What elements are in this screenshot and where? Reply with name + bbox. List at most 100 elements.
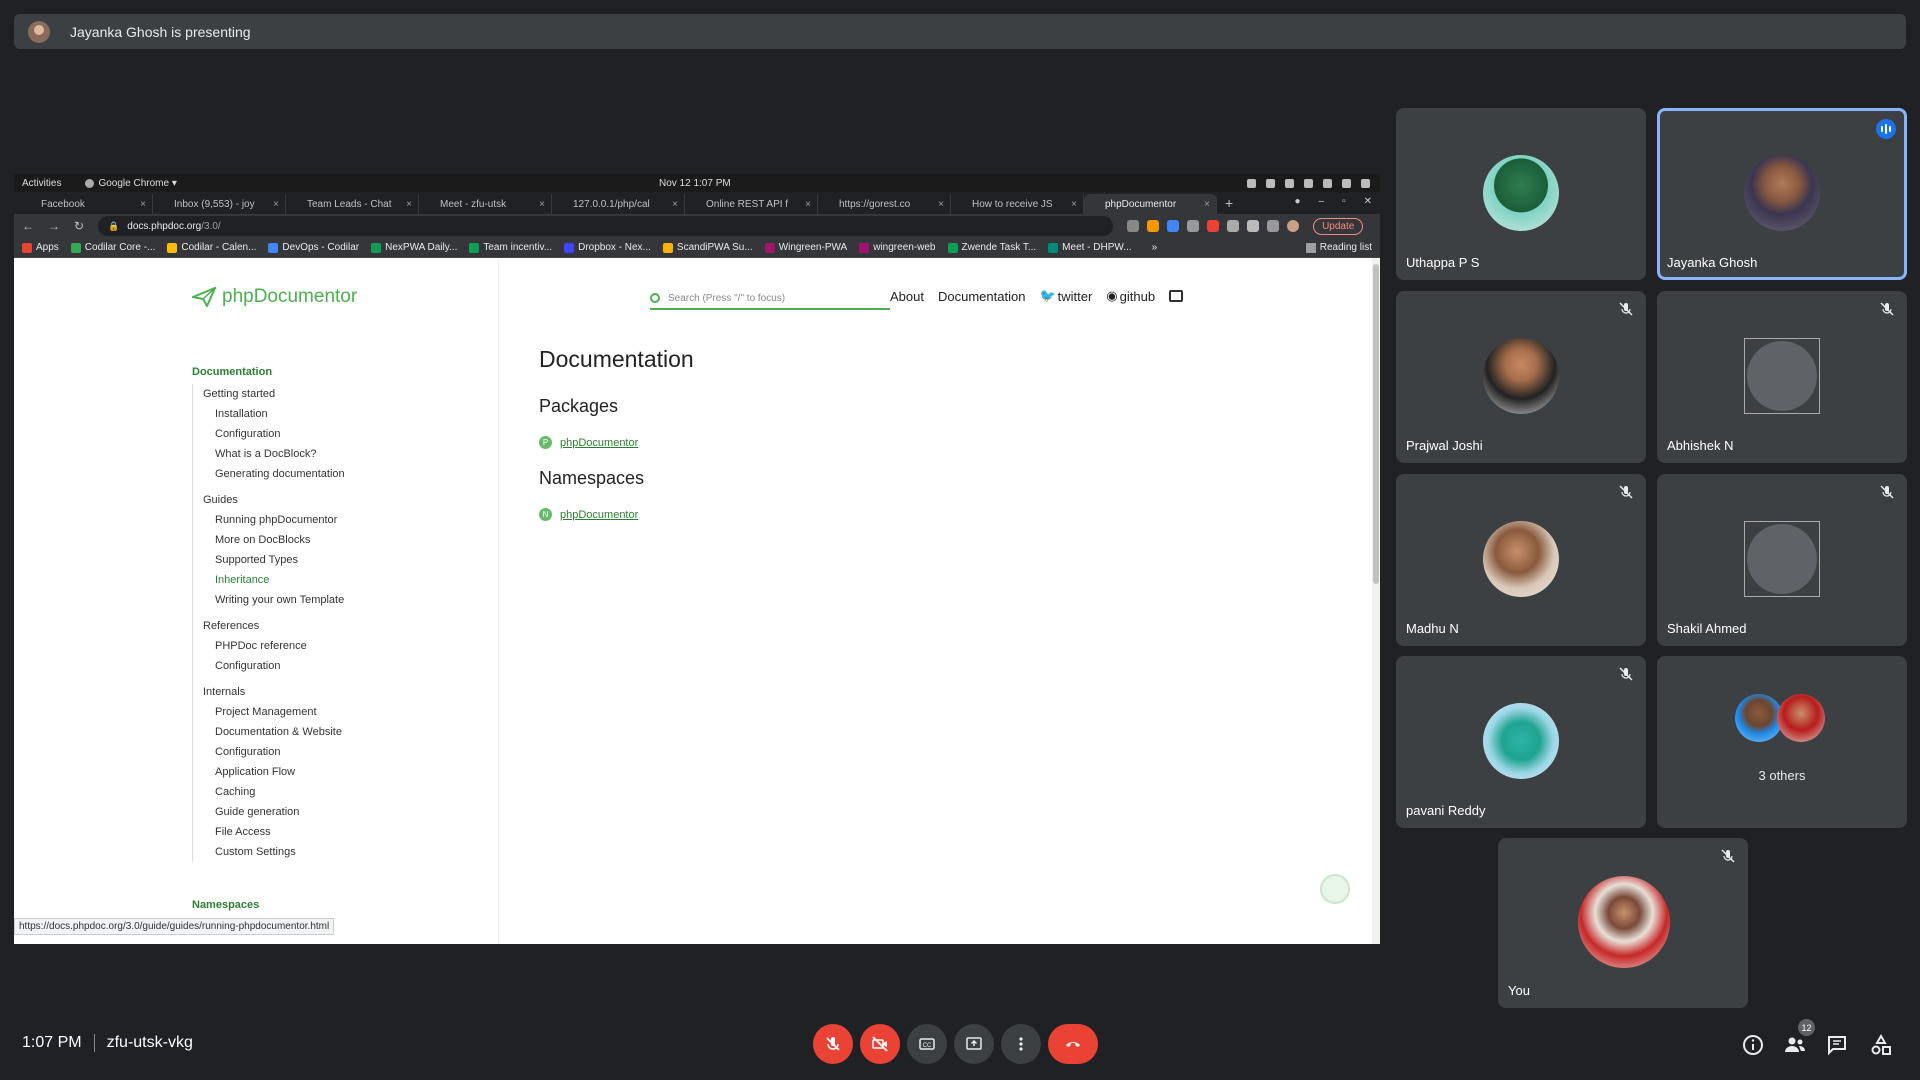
captions-icon: CC — [919, 1038, 935, 1050]
meeting-code[interactable]: zfu-utsk-vkg — [107, 1034, 193, 1052]
sidebar-link: Custom Settings — [215, 846, 296, 858]
tab-label: phpDocumentor — [1105, 198, 1177, 210]
participant-avatar — [1777, 694, 1825, 742]
twitter-label: twitter — [1057, 288, 1093, 304]
participant-tile[interactable]: Uthappa P S — [1396, 108, 1646, 280]
bookmark-label: Team incentiv... — [483, 242, 553, 253]
sidebar-link: Caching — [215, 786, 256, 798]
sidebar-link: Guide generation — [215, 806, 300, 818]
presenting-text: Jayanka Ghosh is presenting — [70, 23, 251, 40]
svg-text:CC: CC — [923, 1043, 932, 1049]
shared-screen: Activities Google Chrome ▾ Nov 12 1:07 P… — [14, 174, 1380, 944]
bookmark-label: ScandiPWA Su... — [676, 242, 753, 253]
bookmark-label: Dropbox - Nex... — [578, 242, 651, 253]
bookmark: Meet - DHPW... — [1048, 242, 1132, 253]
browser-tab: https://gorest.co × — [818, 194, 951, 214]
bookmark: NexPWA Daily... — [371, 242, 457, 253]
wifi-icon — [1304, 178, 1313, 188]
paper-plane-icon — [192, 287, 216, 307]
close-icon: × — [539, 198, 545, 210]
reload-icon: ↻ — [74, 219, 85, 233]
participant-avatar — [1483, 338, 1559, 414]
site-logo: phpDocumentor — [192, 286, 357, 308]
sidebar-link: Installation — [215, 408, 268, 420]
browser-tab: How to receive JS × — [951, 194, 1084, 214]
close-icon: × — [273, 198, 279, 210]
search-icon — [650, 293, 660, 303]
sheets-icon — [469, 242, 480, 253]
others-tile[interactable]: 3 others — [1657, 656, 1907, 828]
participant-tile[interactable]: Abhishek N — [1657, 291, 1907, 463]
activities-button: Activities — [22, 177, 62, 189]
participant-tile[interactable]: Shakil Ahmed — [1657, 474, 1907, 646]
meeting-info: 1:07 PM zfu-utsk-vkg — [22, 1034, 193, 1052]
page-title: Documentation — [539, 346, 694, 372]
participant-tile[interactable]: Madhu N — [1396, 474, 1646, 646]
participant-tile[interactable]: pavani Reddy — [1396, 656, 1646, 828]
participant-avatar — [1483, 521, 1559, 597]
toggle-camera-button[interactable] — [860, 1024, 900, 1064]
clipboard-icon — [1266, 178, 1275, 188]
link-icon — [957, 199, 967, 209]
docs-sidebar: phpDocumentor Documentation Getting star… — [14, 258, 499, 944]
self-tile[interactable]: You — [1498, 838, 1748, 1008]
sidebar-link: PHPDoc reference — [215, 640, 307, 652]
bookmark-label: Meet - DHPW... — [1062, 242, 1132, 253]
xd-icon — [859, 242, 870, 253]
tab-label: Facebook — [41, 198, 85, 210]
site-search: Search (Press "/" to focus) — [650, 288, 890, 310]
participant-name: pavani Reddy — [1406, 803, 1486, 818]
more-options-button[interactable] — [1001, 1024, 1041, 1064]
meeting-time: 1:07 PM — [22, 1034, 82, 1051]
self-avatar — [1578, 876, 1670, 968]
activities-icon[interactable] — [1869, 1033, 1893, 1057]
bookmark: ScandiPWA Su... — [662, 242, 753, 253]
close-icon: × — [1204, 198, 1210, 210]
sidebar-group: Getting started — [203, 388, 276, 400]
presenting-banner[interactable]: Jayanka Ghosh is presenting — [14, 14, 1906, 49]
leave-call-button[interactable] — [1048, 1024, 1098, 1064]
participant-tile-speaking[interactable]: Jayanka Ghosh — [1657, 108, 1907, 280]
chrome-app-label: Google Chrome ▾ — [98, 177, 177, 189]
globe-icon — [558, 199, 568, 209]
api-icon — [824, 199, 834, 209]
chat-icon[interactable] — [1825, 1033, 1849, 1057]
close-icon: × — [140, 198, 146, 210]
reading-list-label: Reading list — [1319, 242, 1372, 253]
sidebar-link: Generating documentation — [215, 468, 345, 480]
browser-tab: Inbox (9,553) - joy × — [153, 194, 286, 214]
participant-avatar — [1735, 694, 1783, 742]
reading-list-icon — [1305, 242, 1316, 253]
sidebar-link-active: Inheritance — [215, 574, 270, 586]
shield-icon — [1247, 178, 1256, 188]
people-icon[interactable] — [1783, 1033, 1807, 1057]
bookmark: Codilar Core -... — [70, 242, 155, 253]
profile-avatar-icon — [1287, 220, 1300, 232]
nav-documentation: Documentation — [937, 288, 1026, 304]
restore-icon: ▫ — [1342, 196, 1346, 207]
mic-off-icon — [826, 1037, 840, 1051]
bookmark: Team incentiv... — [469, 242, 552, 253]
lock-icon: 🔒 — [108, 220, 120, 231]
mic-off-icon — [1880, 302, 1894, 316]
bluetooth-icon — [1285, 178, 1294, 188]
bookmark-label: Zwende Task T... — [961, 242, 1037, 253]
presenter-avatar — [28, 20, 50, 43]
address-row: ← → ↻ 🔒 docs.phpdoc.org/3.0/ Update — [14, 214, 1380, 238]
chrome-app-menu: Google Chrome ▾ — [85, 177, 177, 189]
info-icon[interactable] — [1741, 1033, 1765, 1057]
tab-label: Team Leads - Chat — [307, 198, 392, 210]
broken-image-avatar — [1744, 521, 1820, 597]
calendar-icon — [167, 242, 178, 253]
participant-tile[interactable]: Prajwal Joshi — [1396, 291, 1646, 463]
sidebar-link: Project Management — [215, 706, 317, 718]
camera-off-icon — [872, 1036, 888, 1052]
bookmark-label: Codilar - Calen... — [181, 242, 257, 253]
captions-button[interactable]: CC — [907, 1024, 947, 1064]
present-screen-button[interactable] — [954, 1024, 994, 1064]
system-tray — [1247, 178, 1370, 188]
toggle-mic-button[interactable] — [813, 1024, 853, 1064]
logo-text: phpDocumentor — [222, 286, 358, 307]
sidebar-link: Configuration — [215, 746, 281, 758]
web-page: phpDocumentor Documentation Getting star… — [14, 258, 1380, 944]
